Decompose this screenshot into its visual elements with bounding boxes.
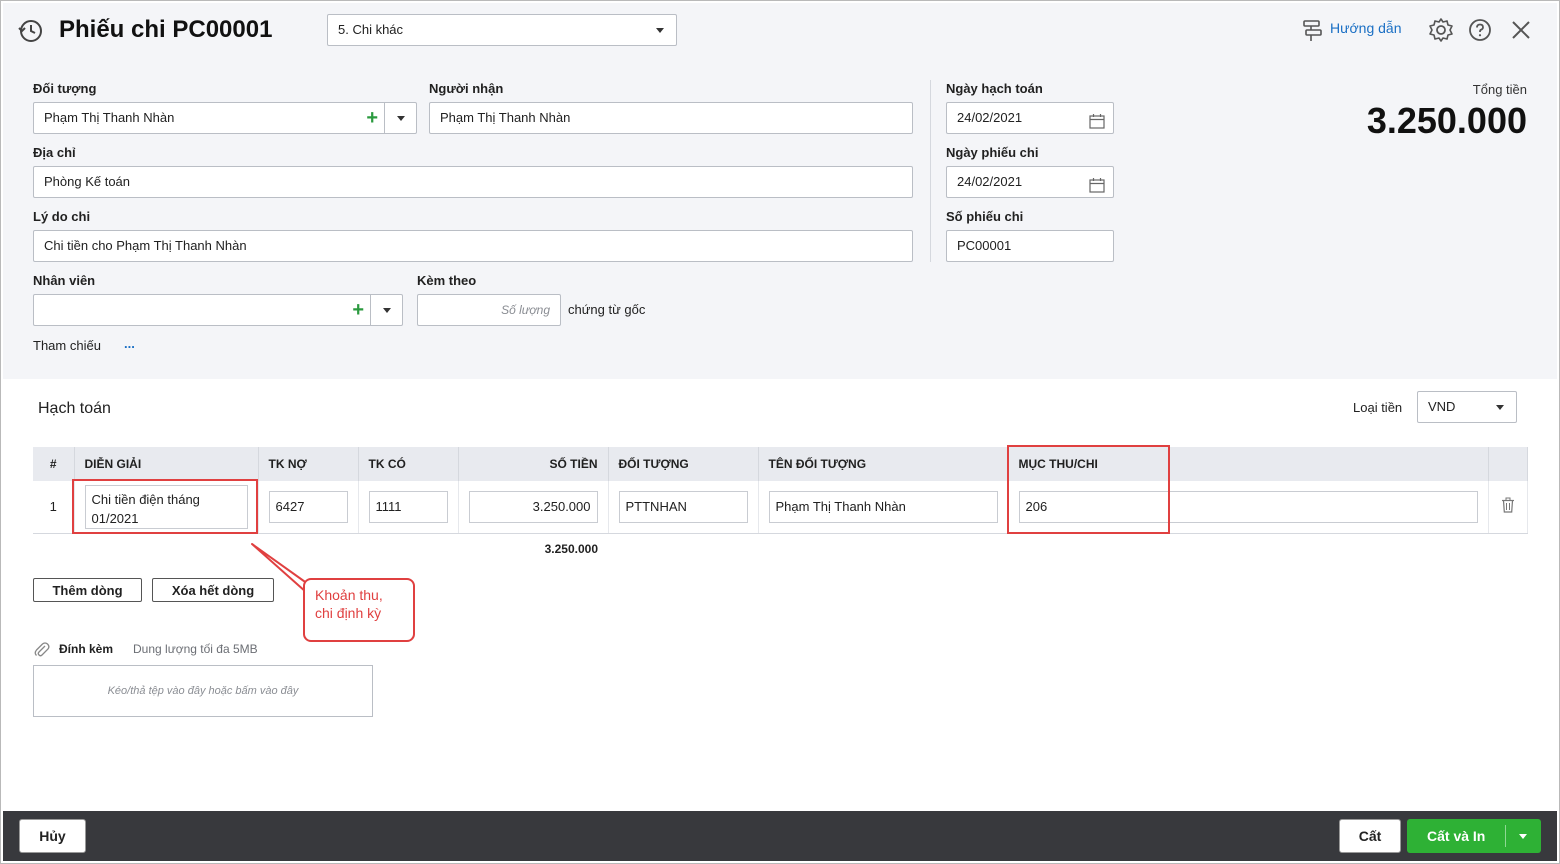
voucher-type-value: 5. Chi khác <box>338 22 404 37</box>
col-header-doi-tuong[interactable]: ĐỐI TƯỢNG <box>608 447 759 481</box>
kem-theo-suffix: chứng từ gốc <box>568 302 646 317</box>
dia-chi-label: Địa chỉ <box>33 145 76 160</box>
chevron-down-icon[interactable] <box>370 295 402 325</box>
doi-tuong-label: Đối tượng <box>33 81 97 96</box>
ngay-phieu-chi-label: Ngày phiếu chi <box>946 145 1039 160</box>
vertical-divider <box>930 80 931 262</box>
cancel-button[interactable]: Hủy <box>19 819 86 853</box>
chevron-down-icon[interactable] <box>384 103 416 133</box>
close-icon[interactable] <box>1510 19 1532 41</box>
tk-no-cell[interactable]: 6427 <box>268 490 348 523</box>
ly-do-label: Lý do chi <box>33 209 91 224</box>
col-header-tk-co[interactable]: TK CÓ <box>358 447 459 481</box>
nguoi-nhan-field[interactable]: Phạm Thị Thanh Nhàn <box>429 102 913 134</box>
kem-theo-quantity-field[interactable]: Số lượng <box>417 294 561 326</box>
col-header-dien-giai[interactable]: DIỄN GIẢI <box>74 447 259 481</box>
col-header-ten-doi-tuong[interactable]: TÊN ĐỐI TƯỢNG <box>758 447 1009 481</box>
ngay-hach-toan-field[interactable]: 24/02/2021 <box>946 102 1114 134</box>
drop-zone-text: Kéo/thả tệp vào đây hoặc bấm vào đây <box>107 685 299 697</box>
guide-icon[interactable] <box>1301 18 1323 42</box>
dia-chi-field[interactable]: Phòng Kế toán <box>33 166 913 198</box>
footer-bar <box>3 811 1557 861</box>
paperclip-icon <box>33 641 51 659</box>
trash-icon[interactable] <box>1501 497 1515 513</box>
col-header-actions <box>1488 447 1528 481</box>
col-header-tk-no[interactable]: TK NỢ <box>258 447 359 481</box>
file-drop-zone[interactable]: Kéo/thả tệp vào đây hoặc bấm vào đây <box>33 665 373 717</box>
ngay-hach-toan-value: 24/02/2021 <box>957 110 1023 125</box>
attach-label: Đính kèm <box>59 642 114 656</box>
page-title: Phiếu chi PC00001 <box>59 16 273 43</box>
callout-text: Khoản thu, chi định kỳ <box>315 587 383 621</box>
ten-doi-tuong-cell[interactable]: Phạm Thị Thanh Nhàn <box>768 490 998 523</box>
doi-tuong-cell[interactable]: PTTNHAN <box>618 490 748 523</box>
chevron-down-icon[interactable] <box>1519 834 1527 839</box>
col-header-so-tien[interactable]: SỐ TIỀN <box>458 447 609 481</box>
so-phieu-chi-field[interactable]: PC00001 <box>946 230 1114 262</box>
ngay-phieu-chi-value: 24/02/2021 <box>957 174 1023 189</box>
hach-toan-title: Hạch toán <box>38 400 111 417</box>
add-icon[interactable]: + <box>352 295 364 325</box>
doi-tuong-value: Phạm Thị Thanh Nhàn <box>44 110 175 125</box>
tong-tien-value: 3.250.000 <box>1366 100 1527 141</box>
calendar-icon[interactable] <box>1089 110 1105 129</box>
currency-value: VND <box>1428 399 1456 414</box>
save-button[interactable]: Cất <box>1339 819 1401 853</box>
tong-tien-label: Tổng tiền <box>1472 82 1527 97</box>
so-phieu-chi-value: PC00001 <box>957 238 1012 253</box>
save-print-label: Cất và In <box>1427 828 1486 844</box>
calendar-icon[interactable] <box>1089 174 1105 193</box>
nguoi-nhan-label: Người nhận <box>429 81 504 96</box>
add-icon[interactable]: + <box>366 103 378 133</box>
so-tien-sum: 3.250.000 <box>544 542 598 556</box>
chevron-down-icon <box>1496 405 1504 410</box>
clear-rows-button[interactable]: Xóa hết dòng <box>152 578 274 602</box>
dia-chi-value: Phòng Kế toán <box>44 174 131 189</box>
nhan-vien-combo[interactable]: + <box>33 294 403 326</box>
ngay-hach-toan-label: Ngày hạch toán <box>946 81 1043 96</box>
save-print-button[interactable]: Cất và In <box>1407 819 1541 853</box>
voucher-type-select[interactable]: 5. Chi khác <box>327 14 677 46</box>
ly-do-field[interactable]: Chi tiền cho Phạm Thị Thanh Nhàn <box>33 230 913 262</box>
kem-theo-label: Kèm theo <box>417 273 477 288</box>
help-link[interactable]: Hướng dẫn <box>1330 20 1401 36</box>
tham-chieu-link[interactable]: ... <box>124 336 135 351</box>
history-icon[interactable] <box>18 18 44 44</box>
add-row-button[interactable]: Thêm dòng <box>33 578 142 602</box>
highlight-box-dien-giai <box>72 479 258 534</box>
tham-chieu-label: Tham chiếu <box>33 338 101 353</box>
nguoi-nhan-value: Phạm Thị Thanh Nhàn <box>440 110 571 125</box>
currency-label: Loại tiền <box>1353 400 1403 415</box>
row-number: 1 <box>33 481 75 534</box>
attach-hint: Dung lượng tối đa 5MB <box>133 642 258 656</box>
currency-select[interactable]: VND <box>1417 391 1517 423</box>
question-icon[interactable] <box>1468 18 1492 42</box>
ngay-phieu-chi-field[interactable]: 24/02/2021 <box>946 166 1114 198</box>
gear-icon[interactable] <box>1428 17 1454 43</box>
save-print-divider <box>1505 825 1506 847</box>
so-tien-cell[interactable]: 3.250.000 <box>468 490 598 523</box>
ly-do-value: Chi tiền cho Phạm Thị Thanh Nhàn <box>44 238 247 253</box>
nhan-vien-label: Nhân viên <box>33 273 96 288</box>
table-header-row: # DIỄN GIẢI TK NỢ TK CÓ SỐ TIỀN ĐỐI TƯỢN… <box>33 447 1528 481</box>
highlight-box-muc-thu-chi <box>1007 445 1170 534</box>
tk-co-cell[interactable]: 1111 <box>368 490 448 523</box>
col-header-no: # <box>33 447 75 481</box>
callout-bubble: Khoản thu, chi định kỳ <box>303 578 415 642</box>
so-phieu-chi-label: Số phiếu chi <box>946 209 1024 224</box>
chevron-down-icon <box>656 28 664 33</box>
kem-theo-placeholder: Số lượng <box>501 303 550 317</box>
doi-tuong-combo[interactable]: Phạm Thị Thanh Nhàn + <box>33 102 417 134</box>
